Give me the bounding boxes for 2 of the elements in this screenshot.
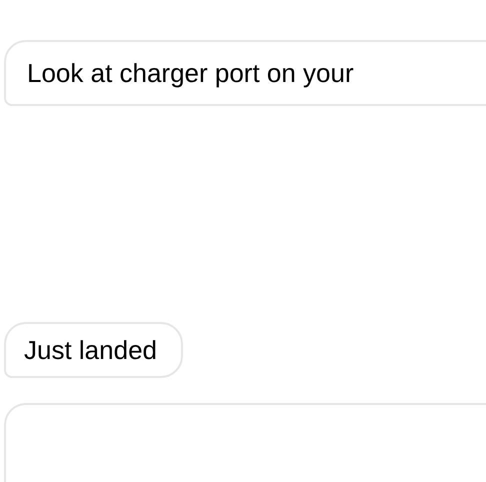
message-bubble: Just landed (4, 322, 183, 378)
message-bubble: Look at charger port on your (4, 40, 486, 106)
